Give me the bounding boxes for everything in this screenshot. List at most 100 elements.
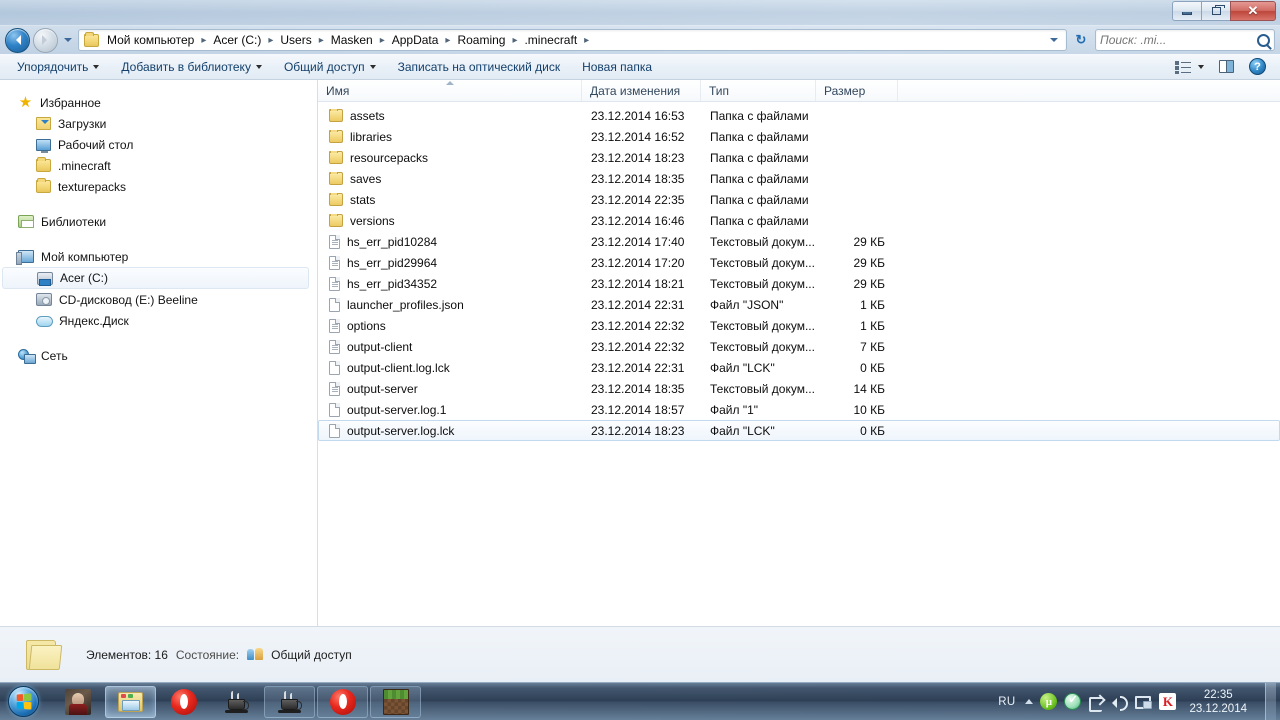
toolbar-item-3[interactable]: Записать на оптический диск [389,57,570,77]
address-dropdown-icon[interactable] [1050,38,1058,42]
breadcrumb-separator-icon[interactable]: ▸ [581,35,592,46]
forward-button[interactable] [33,27,58,53]
table-row[interactable]: assets 23.12.2014 16:53 Папка с файлами [318,105,1280,126]
cell-date: 23.12.2014 22:32 [591,318,685,333]
nav-group-header[interactable]: Мой компьютер [0,246,317,267]
table-row[interactable]: output-server.log.lck 23.12.2014 18:23 Фай… [318,420,1280,441]
state-value: Общий доступ [271,647,352,662]
taskbar-button-opera-2[interactable] [317,685,368,718]
table-row[interactable]: stats 23.12.2014 22:35 Папка с файлами [318,189,1280,210]
close-button[interactable]: ✕ [1230,1,1276,21]
restore-button[interactable] [1201,1,1230,21]
column-header-date[interactable]: Дата изменения [582,80,701,101]
start-button[interactable] [0,684,46,720]
breadcrumb-item-2[interactable]: Users [276,32,315,48]
taskbar-button-game-app[interactable] [52,686,103,718]
back-button[interactable] [5,27,30,53]
table-row[interactable]: saves 23.12.2014 18:35 Папка с файлами [318,168,1280,189]
table-row[interactable]: output-client.log.lck 23.12.2014 22:31 Фай… [318,357,1280,378]
cell-date: 23.12.2014 17:20 [591,255,685,270]
language-indicator[interactable]: RU [998,696,1018,708]
column-label: Тип [709,83,730,98]
table-row[interactable]: launcher_profiles.json 23.12.2014 22:31 Фа… [318,294,1280,315]
toolbar-item-label: Записать на оптический диск [397,59,561,74]
breadcrumb-separator-icon[interactable]: ▸ [316,35,327,46]
toolbar-item-2[interactable]: Общий доступ [275,57,385,77]
network-icon[interactable] [1135,693,1153,710]
text-file-icon [329,234,340,249]
clock[interactable]: 22:35 23.12.2014 [1183,688,1256,716]
nav-group-label: Избранное [40,95,101,110]
cell-name: output-client [319,339,583,354]
breadcrumb-item-6[interactable]: .minecraft [520,32,581,48]
sidebar-item-label: .minecraft [58,158,111,173]
taskbar-button-java-1[interactable] [211,686,262,718]
breadcrumb-separator-icon[interactable]: ▸ [198,35,209,46]
change-view-button[interactable] [1169,57,1210,77]
show-desktop-button[interactable] [1265,682,1276,720]
sidebar-item-cd-дисковод-e-beeline[interactable]: CD-дисковод (E:) Beeline [0,289,317,310]
sidebar-item-texturepacks[interactable]: texturepacks [0,176,317,197]
breadcrumb-separator-icon[interactable]: ▸ [265,35,276,46]
breadcrumb-item-3[interactable]: Masken [327,32,377,48]
table-row[interactable]: hs_err_pid29964 23.12.2014 17:20 Текстовый… [318,252,1280,273]
table-row[interactable]: hs_err_pid10284 23.12.2014 17:40 Текстовый… [318,231,1280,252]
volume-icon[interactable] [1111,693,1129,711]
taskbar-button-opera-1[interactable] [158,686,209,718]
search-input[interactable] [1100,33,1257,47]
nav-group-header[interactable]: Сеть [0,345,317,366]
table-row[interactable]: hs_err_pid34352 23.12.2014 18:21 Текстовый… [318,273,1280,294]
breadcrumb-separator-icon[interactable]: ▸ [509,35,520,46]
cell-date: 23.12.2014 22:31 [591,297,685,312]
table-row[interactable]: libraries 23.12.2014 16:52 Папка с файлами [318,126,1280,147]
cell-size: 7 КБ [860,339,885,354]
minimize-button[interactable] [1172,1,1201,21]
column-header-type[interactable]: Тип [701,80,816,101]
sidebar-item-загрузки[interactable]: Загрузки [0,113,317,134]
taskbar-button-minecraft[interactable] [370,685,421,718]
breadcrumb-separator-icon[interactable]: ▸ [377,35,388,46]
table-row[interactable]: resourcepacks 23.12.2014 18:23 Папка с фай… [318,147,1280,168]
title-bar[interactable]: ✕ [0,0,1280,26]
sidebar-item-label: Acer (C:) [60,271,108,285]
nav-group-header[interactable]: ★ Избранное [0,92,317,113]
refresh-button[interactable]: ↻ [1070,29,1092,51]
breadcrumb-separator-icon[interactable]: ▸ [442,35,453,46]
yandex-disk-icon[interactable] [1064,693,1082,710]
address-bar[interactable]: Мой компьютер ▸ Acer (C:) ▸ Users ▸ Masken ▸ App… [78,29,1067,51]
recent-locations-button[interactable] [61,30,75,50]
nav-group-2: Мой компьютер Acer (C:) CD-дисковод (E:) B… [0,246,317,331]
taskbar-button-java-2[interactable] [264,685,315,718]
table-row[interactable]: output-server 23.12.2014 18:35 Текстовый д… [318,378,1280,399]
taskbar-button-explorer[interactable] [105,685,156,718]
table-row[interactable]: output-server.log.1 23.12.2014 18:57 Файл … [318,399,1280,420]
table-row[interactable]: options 23.12.2014 22:32 Текстовый докум..… [318,315,1280,336]
show-hidden-icons-icon[interactable] [1025,699,1034,704]
preview-pane-button[interactable] [1212,57,1241,76]
search-box[interactable] [1095,29,1275,51]
folder-icon [329,192,343,206]
utorrent-icon[interactable]: µ [1040,693,1058,710]
file-name: hs_err_pid29964 [347,255,438,270]
nav-group-header[interactable]: Библиотеки [0,211,317,232]
sidebar-item-яндекс-диск[interactable]: Яндекс.Диск [0,310,317,331]
column-header-name[interactable]: Имя [318,80,582,101]
toolbar-item-4[interactable]: Новая папка [573,57,661,77]
sidebar-item-minecraft[interactable]: .minecraft [0,155,317,176]
toolbar-item-1[interactable]: Добавить в библиотеку [112,57,271,77]
safely-remove-icon[interactable] [1088,694,1104,712]
status-details: Элементов: 16 Состояние: Общий доступ [86,648,352,662]
breadcrumb-item-5[interactable]: Roaming [453,32,509,48]
sidebar-item-рабочий-стол[interactable]: Рабочий стол [0,134,317,155]
kaspersky-icon[interactable]: K [1159,693,1177,710]
breadcrumb-item-0[interactable]: Мой компьютер [103,32,198,48]
table-row[interactable]: output-client 23.12.2014 22:32 Текстовый д… [318,336,1280,357]
breadcrumb-item-4[interactable]: AppData [388,32,443,48]
column-header-size[interactable]: Размер [816,80,898,101]
sidebar-item-acer-c[interactable]: Acer (C:) [2,267,309,289]
breadcrumb-item-1[interactable]: Acer (C:) [209,32,265,48]
window-body: ★ Избранное Загрузки Рабочий стол .minecraft… [0,80,1280,626]
toolbar-item-0[interactable]: Упорядочить [8,57,108,77]
table-row[interactable]: versions 23.12.2014 16:46 Папка с файлами [318,210,1280,231]
help-button[interactable]: ? [1243,55,1272,78]
